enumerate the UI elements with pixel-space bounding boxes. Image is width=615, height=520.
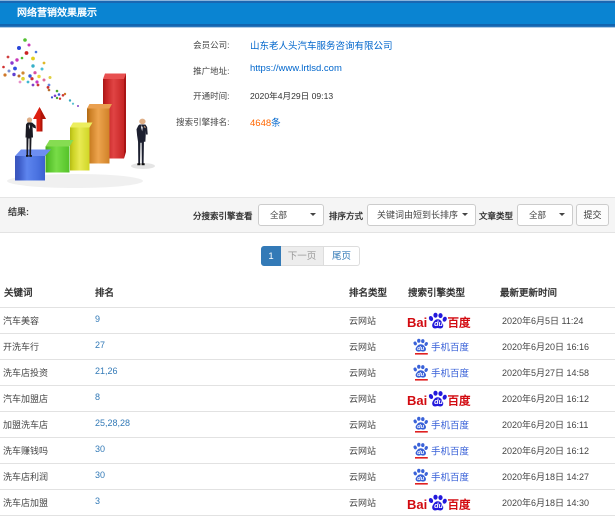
svg-text:百度: 百度 [448, 394, 471, 408]
svg-text:du: du [417, 424, 425, 430]
svg-text:手机百度: 手机百度 [431, 368, 470, 380]
svg-text:手机百度: 手机百度 [431, 342, 470, 354]
svg-text:du: du [417, 476, 425, 482]
svg-text:Bai: Bai [407, 497, 427, 511]
svg-text:手机百度: 手机百度 [431, 472, 470, 484]
svg-text:手机百度: 手机百度 [431, 420, 470, 432]
svg-text:手机百度: 手机百度 [431, 446, 470, 458]
svg-text:Bai: Bai [407, 393, 427, 407]
svg-text:du: du [417, 346, 425, 352]
svg-text:du: du [434, 397, 443, 406]
svg-text:百度: 百度 [448, 498, 471, 512]
svg-text:du: du [434, 319, 443, 328]
svg-text:du: du [417, 450, 425, 456]
svg-text:du: du [417, 372, 425, 378]
svg-text:Bai: Bai [407, 315, 427, 329]
svg-text:du: du [434, 501, 443, 510]
svg-text:百度: 百度 [448, 316, 471, 330]
